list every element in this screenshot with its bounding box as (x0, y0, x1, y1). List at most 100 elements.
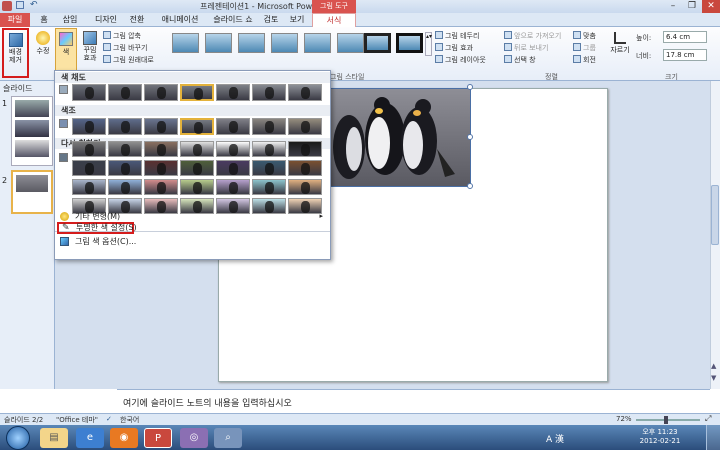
picture-style-6[interactable] (337, 33, 364, 53)
tab-home[interactable]: 홈 (34, 13, 54, 27)
zoom-level[interactable]: 72% (616, 415, 632, 423)
recolor-swatch-1-5[interactable] (216, 141, 250, 157)
saturation-swatch-1[interactable] (72, 84, 106, 101)
recolor-swatch-2-5[interactable] (216, 160, 250, 176)
recolor-swatch-2-7[interactable] (288, 160, 322, 176)
internet-explorer-icon[interactable]: e (76, 428, 104, 448)
zoom-slider[interactable] (636, 419, 700, 421)
next-slide-icon[interactable]: ▼ (711, 374, 716, 382)
tone-swatch-3[interactable] (144, 118, 178, 135)
recolor-swatch-1-3[interactable] (144, 141, 178, 157)
change-picture-button[interactable]: 그림 바꾸기 (103, 43, 147, 53)
picture-border-button[interactable]: 그림 테두리 (435, 31, 479, 41)
reset-picture-button[interactable]: 그림 원래대로 (103, 55, 154, 65)
show-desktop-button[interactable] (706, 425, 720, 450)
tone-swatch-1[interactable] (72, 118, 106, 135)
picture-style-5[interactable] (304, 33, 331, 53)
start-button[interactable] (6, 426, 30, 450)
tab-transitions[interactable]: 전환 (124, 13, 150, 27)
picture-style-7[interactable] (364, 33, 391, 53)
tab-design[interactable]: 디자인 (88, 13, 124, 27)
picture-color-options-item[interactable]: 그림 색 옵션(C)... (57, 236, 329, 247)
resize-handle-right[interactable] (467, 134, 473, 140)
recolor-swatch-2-1[interactable] (72, 160, 106, 176)
tone-swatch-2[interactable] (108, 118, 142, 135)
ime-indicator[interactable]: A 漢 (546, 432, 564, 445)
explorer-icon[interactable]: ▤ (40, 428, 68, 448)
selection-pane-button[interactable]: 선택 창 (504, 55, 536, 65)
width-input[interactable]: 17.8 cm (663, 49, 707, 61)
recolor-swatch-3-6[interactable] (252, 179, 286, 195)
recolor-swatch-1-1[interactable] (72, 141, 106, 157)
powerpoint-app-icon[interactable] (2, 1, 12, 11)
picture-style-1[interactable] (172, 33, 199, 53)
recolor-swatch-3-7[interactable] (288, 179, 322, 195)
recolor-swatch-3-4[interactable] (180, 179, 214, 195)
tab-view[interactable]: 보기 (284, 13, 310, 27)
clock-time[interactable]: 오후 11:23 (640, 427, 680, 437)
recolor-swatch-2-2[interactable] (108, 160, 142, 176)
fit-slide-icon[interactable]: ⤢ (705, 414, 711, 424)
tab-format[interactable]: 서식 (312, 13, 356, 27)
penguin-photo[interactable] (326, 88, 471, 187)
bring-forward-button[interactable]: 앞으로 가져오기 (504, 31, 561, 41)
compress-pictures-button[interactable]: 그림 압축 (103, 31, 141, 41)
saturation-swatch-6[interactable] (252, 84, 286, 101)
resize-handle-bottom-right[interactable] (467, 183, 473, 189)
crop-button[interactable]: 자르기 (610, 30, 630, 70)
language[interactable]: 한국어 (120, 415, 139, 425)
previous-slide-icon[interactable]: ▲ (711, 362, 716, 370)
remove-background-button[interactable]: 배경 제거 (2, 28, 29, 78)
recolor-swatch-2-4[interactable] (180, 160, 214, 176)
saturation-swatch-4[interactable] (180, 84, 214, 101)
recolor-swatch-1-6[interactable] (252, 141, 286, 157)
saturation-swatch-3[interactable] (144, 84, 178, 101)
media-icon[interactable]: ◎ (180, 428, 208, 448)
picture-style-8[interactable] (396, 33, 423, 53)
tab-slideshow[interactable]: 슬라이드 쇼 (208, 13, 258, 27)
send-backward-button[interactable]: 뒤로 보내기 (504, 43, 548, 53)
recolor-swatch-2-6[interactable] (252, 160, 286, 176)
zoom-slider-thumb[interactable] (664, 416, 668, 424)
tone-swatch-7[interactable] (288, 118, 322, 135)
recolor-swatch-1-7[interactable] (288, 141, 322, 157)
minimize-button[interactable]: – (664, 0, 682, 13)
slides-pane-tab[interactable]: 슬라이드 (3, 83, 32, 94)
tone-swatch-6[interactable] (252, 118, 286, 135)
rotate-button[interactable]: 회전 (573, 55, 596, 65)
align-button[interactable]: 맞춤 (573, 31, 596, 41)
more-variations-item[interactable]: 기타 변형(M) ▸ (57, 211, 329, 222)
firefox-icon[interactable]: ◉ (110, 428, 138, 448)
picture-style-2[interactable] (205, 33, 232, 53)
clock-date[interactable]: 2012-02-21 (636, 437, 684, 445)
set-transparent-color-item[interactable]: ✎ 투명한 색 설정(S) (57, 222, 137, 234)
picture-layout-button[interactable]: 그림 레이아웃 (435, 55, 486, 65)
slide-thumbnail-2[interactable] (11, 170, 53, 214)
picture-style-3[interactable] (238, 33, 265, 53)
picture-effects-button[interactable]: 그림 효과 (435, 43, 473, 53)
vertical-scroll-thumb[interactable] (711, 185, 719, 245)
search-app-icon[interactable]: ⌕ (214, 428, 242, 448)
tab-animations[interactable]: 애니메이션 (152, 13, 208, 27)
corrections-button[interactable]: 수정 (32, 29, 54, 73)
recolor-swatch-1-2[interactable] (108, 141, 142, 157)
close-button[interactable]: ✕ (702, 0, 720, 13)
undo-icon[interactable]: ↶ (30, 0, 38, 10)
tab-file[interactable]: 파일 (0, 13, 30, 27)
recolor-swatch-3-1[interactable] (72, 179, 106, 195)
save-icon[interactable] (16, 1, 24, 9)
saturation-swatch-5[interactable] (216, 84, 250, 101)
group-button[interactable]: 그룹 (573, 43, 596, 53)
recolor-swatch-3-2[interactable] (108, 179, 142, 195)
tab-review[interactable]: 검토 (258, 13, 284, 27)
saturation-swatch-7[interactable] (288, 84, 322, 101)
tone-swatch-5[interactable] (216, 118, 250, 135)
styles-gallery-scroll[interactable]: ▴▾ (425, 32, 432, 56)
resize-handle-top-right[interactable] (467, 84, 473, 90)
recolor-swatch-1-4[interactable] (180, 141, 214, 157)
recolor-swatch-3-5[interactable] (216, 179, 250, 195)
slide-thumbnail-1[interactable] (11, 96, 53, 166)
height-input[interactable]: 6.4 cm (663, 31, 707, 43)
tab-insert[interactable]: 삽입 (56, 13, 84, 27)
recolor-swatch-2-3[interactable] (144, 160, 178, 176)
